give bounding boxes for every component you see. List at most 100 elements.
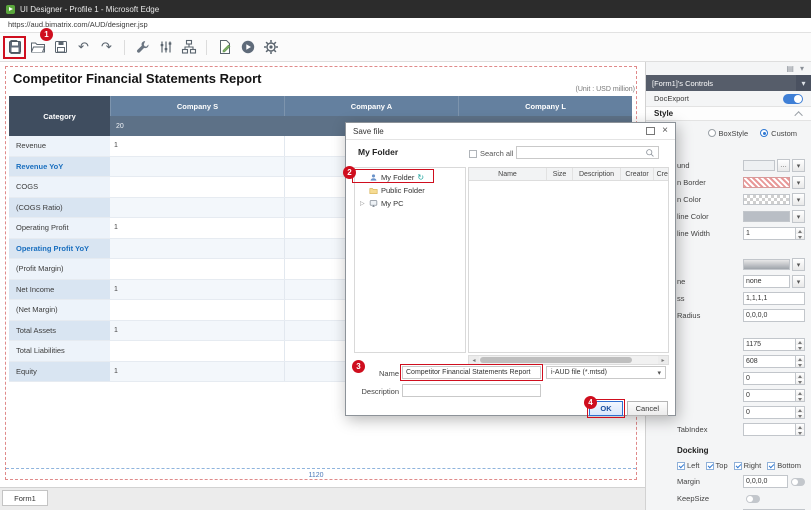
settings-button[interactable] bbox=[260, 37, 281, 58]
radio-custom[interactable]: Custom bbox=[760, 129, 797, 138]
docexport-toggle[interactable] bbox=[783, 94, 803, 104]
run-button[interactable] bbox=[237, 37, 258, 58]
expander-icon[interactable] bbox=[360, 200, 366, 207]
undo-button[interactable] bbox=[73, 37, 94, 58]
chevron-down-icon bbox=[657, 369, 661, 377]
column-create-date[interactable]: Create D... bbox=[654, 168, 669, 180]
search-all-checkbox[interactable]: Search all bbox=[469, 149, 513, 158]
redo-button[interactable] bbox=[96, 37, 117, 58]
number-field[interactable]: 1 bbox=[743, 227, 796, 240]
refresh-icon[interactable] bbox=[417, 173, 424, 182]
margin-field[interactable]: 0,0,0,0 bbox=[743, 475, 788, 488]
controls-selector[interactable]: [Form1]'s Controls bbox=[646, 75, 811, 91]
transparent-color-swatch[interactable] bbox=[743, 194, 790, 205]
gradient-swatch[interactable] bbox=[743, 259, 790, 270]
toolbar-divider bbox=[124, 40, 125, 55]
text-field[interactable]: 0,0,0,0 bbox=[743, 309, 805, 322]
radio-boxstyle[interactable]: BoxStyle bbox=[708, 129, 749, 138]
gray-color-swatch[interactable] bbox=[743, 211, 790, 222]
number-field[interactable]: 608 bbox=[743, 355, 796, 368]
annotation-step-4: 4 bbox=[584, 396, 597, 409]
report-title: Competitor Financial Statements Report bbox=[13, 71, 261, 86]
picker-ellipsis-button[interactable] bbox=[777, 159, 790, 172]
maximize-icon[interactable] bbox=[646, 127, 655, 135]
cancel-button[interactable]: Cancel bbox=[627, 401, 668, 416]
header-company-l: Company L bbox=[458, 96, 632, 116]
sitemap-icon bbox=[181, 39, 197, 55]
sitemap-button[interactable] bbox=[178, 37, 199, 58]
search-input[interactable] bbox=[516, 146, 659, 159]
panel-menu-icon[interactable] bbox=[800, 64, 804, 73]
spinner-buttons[interactable] bbox=[796, 389, 805, 402]
new-document-button[interactable] bbox=[4, 37, 25, 58]
tools-button[interactable] bbox=[132, 37, 153, 58]
number-field[interactable] bbox=[743, 423, 796, 436]
sliders-icon bbox=[158, 39, 174, 55]
dropdown-field[interactable]: none bbox=[743, 275, 790, 288]
checkbox-dock-bottom[interactable]: Bottom bbox=[767, 461, 801, 470]
dropdown-button[interactable] bbox=[792, 258, 805, 271]
filename-input[interactable]: Competitor Financial Statements Report bbox=[402, 366, 541, 379]
checkbox-icon bbox=[706, 462, 714, 470]
spinner-buttons[interactable] bbox=[796, 423, 805, 436]
name-label: Name bbox=[366, 369, 399, 378]
number-field[interactable]: 0 bbox=[743, 406, 796, 419]
spinner-buttons[interactable] bbox=[796, 355, 805, 368]
column-creator[interactable]: Creator bbox=[621, 168, 654, 180]
scrollbar-thumb[interactable] bbox=[480, 357, 632, 363]
number-field[interactable]: 0 bbox=[743, 389, 796, 402]
column-name[interactable]: Name bbox=[469, 168, 547, 180]
number-field[interactable]: 0 bbox=[743, 372, 796, 385]
panel-dock-icon[interactable] bbox=[786, 64, 794, 73]
tree-item-my-folder[interactable]: My Folder bbox=[355, 171, 465, 184]
radio-icon bbox=[708, 129, 716, 137]
dropdown-button[interactable] bbox=[792, 210, 805, 223]
scroll-right-icon[interactable] bbox=[658, 356, 668, 364]
save-all-button[interactable] bbox=[50, 37, 71, 58]
edit-document-icon bbox=[217, 39, 233, 55]
margin-toggle[interactable] bbox=[791, 478, 805, 486]
checkbox-dock-right[interactable]: Right bbox=[734, 461, 762, 470]
close-icon[interactable] bbox=[662, 127, 668, 135]
tab-form1[interactable]: Form1 bbox=[2, 490, 48, 506]
checkbox-dock-top[interactable]: Top bbox=[706, 461, 728, 470]
wrench-icon bbox=[135, 39, 151, 55]
docexport-row: DocExport bbox=[646, 91, 811, 106]
edge-window: UI Designer - Profile 1 - Microsoft Edge… bbox=[0, 0, 811, 510]
open-folder-icon bbox=[30, 39, 46, 55]
computer-icon bbox=[369, 199, 378, 208]
edit-document-button[interactable] bbox=[214, 37, 235, 58]
keepsize-toggle[interactable] bbox=[746, 495, 760, 503]
column-description[interactable]: Description bbox=[573, 168, 621, 180]
url-bar[interactable]: https://aud.bimatrix.com/AUD/designer.js… bbox=[0, 18, 811, 33]
color-swatch[interactable] bbox=[743, 160, 775, 171]
designer-toolbar bbox=[0, 33, 811, 62]
border-swatch[interactable] bbox=[743, 177, 790, 188]
form-width-marker: 1120 bbox=[0, 472, 632, 479]
style-section-header[interactable]: Style bbox=[646, 106, 811, 121]
sliders-button[interactable] bbox=[155, 37, 176, 58]
chevron-down-icon bbox=[796, 75, 811, 91]
description-input[interactable] bbox=[402, 384, 541, 397]
dropdown-button[interactable] bbox=[792, 275, 805, 288]
new-document-icon bbox=[7, 39, 23, 55]
dropdown-button[interactable] bbox=[792, 159, 805, 172]
spinner-buttons[interactable] bbox=[796, 406, 805, 419]
spinner-buttons[interactable] bbox=[796, 372, 805, 385]
spinner-buttons[interactable] bbox=[796, 227, 805, 240]
column-size[interactable]: Size bbox=[547, 168, 573, 180]
toolbar-divider bbox=[206, 40, 207, 55]
horizontal-scrollbar[interactable] bbox=[468, 355, 669, 365]
checkbox-dock-left[interactable]: Left bbox=[677, 461, 700, 470]
annotation-step-3: 3 bbox=[352, 360, 365, 373]
spinner-buttons[interactable] bbox=[796, 338, 805, 351]
dropdown-button[interactable] bbox=[792, 193, 805, 206]
text-field[interactable]: 1,1,1,1 bbox=[743, 292, 805, 305]
dropdown-button[interactable] bbox=[792, 176, 805, 189]
scroll-left-icon[interactable] bbox=[469, 356, 479, 364]
tree-item-public-folder[interactable]: Public Folder bbox=[355, 184, 465, 197]
file-type-select[interactable]: i-AUD file (*.mtsd) bbox=[546, 366, 666, 379]
folder-tree: My Folder Public Folder My PC bbox=[354, 167, 466, 353]
number-field[interactable]: 1175 bbox=[743, 338, 796, 351]
tree-item-my-pc[interactable]: My PC bbox=[355, 197, 465, 210]
